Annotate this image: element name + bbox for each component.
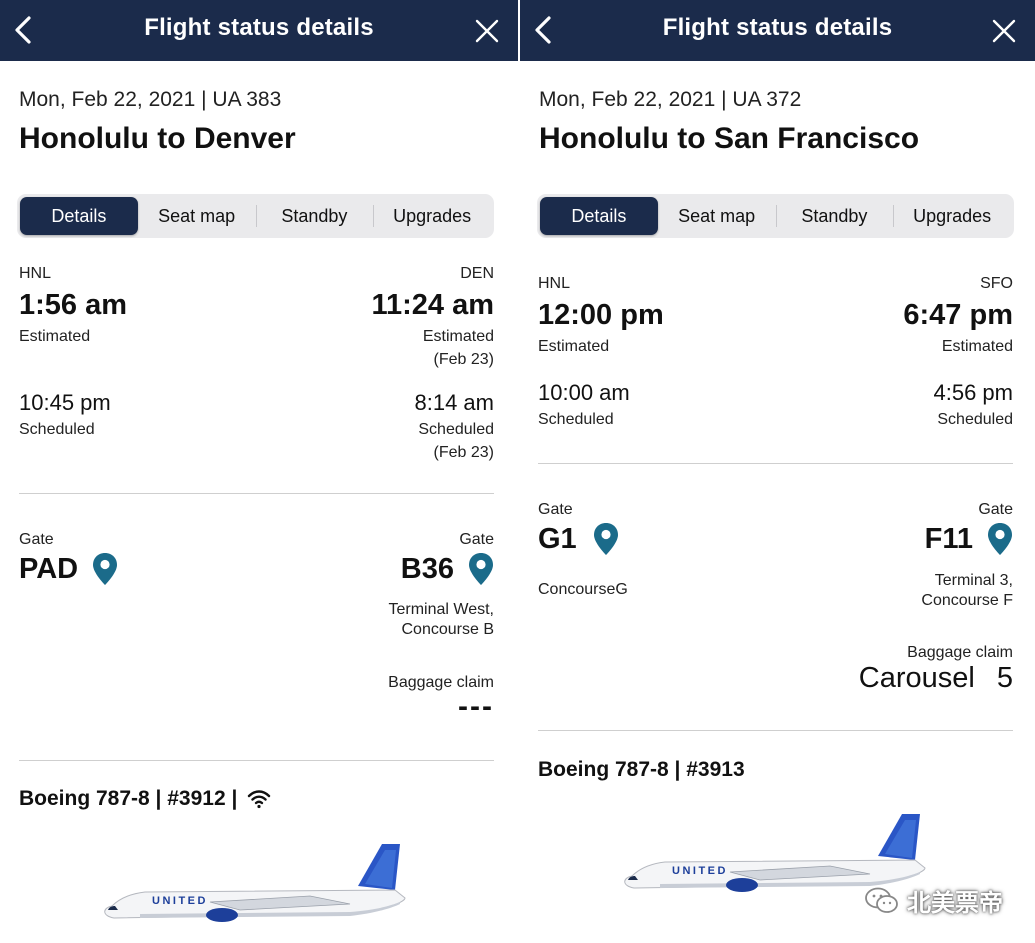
tab-details[interactable]: Details — [20, 197, 138, 235]
origin-code: HNL — [538, 275, 571, 292]
origin-estimated-label: Estimated — [538, 338, 610, 355]
origin-concourse: ConcourseG — [538, 581, 628, 598]
dest-gate: F11 — [925, 522, 1013, 556]
dest-gate-label: Gate — [459, 531, 494, 548]
origin-estimated-time: 1:56 am — [19, 289, 128, 321]
baggage-claim-label: Baggage claim — [907, 644, 1013, 661]
livery-text: UNITED — [152, 895, 208, 907]
dest-gate-value: B36 — [400, 552, 454, 585]
tab-upgrades[interactable]: Upgrades — [373, 197, 491, 235]
map-pin-icon[interactable] — [92, 552, 118, 586]
baggage-claim-value: --- — [458, 690, 494, 723]
dest-scheduled-label: Scheduled — [937, 411, 1013, 428]
origin-gate-label: Gate — [19, 531, 54, 548]
origin-gate: PAD — [19, 552, 118, 586]
dest-scheduled-label: Scheduled — [418, 421, 494, 438]
aircraft-type-number: Boeing 787-8 | #3912 | — [19, 787, 238, 810]
tab-seat-map[interactable]: Seat map — [138, 197, 256, 235]
origin-gate-label: Gate — [538, 501, 573, 518]
dest-estimated-label: Estimated — [941, 338, 1013, 355]
nav-bar: Flight status details — [520, 0, 1035, 61]
aircraft-type-number: Boeing 787-8 | #3913 — [538, 758, 745, 781]
watermark: 北美票帝 — [865, 883, 1003, 918]
origin-gate: G1 — [538, 522, 619, 556]
origin-estimated-label: Estimated — [19, 328, 91, 345]
dest-estimated-time: 6:47 pm — [903, 299, 1013, 331]
livery-text: UNITED — [672, 865, 728, 877]
wechat-icon — [865, 887, 898, 913]
origin-estimated-time: 12:00 pm — [538, 299, 664, 331]
route-title: Honolulu to Denver — [19, 122, 296, 155]
divider — [19, 493, 494, 494]
nav-title: Flight status details — [144, 14, 374, 41]
map-pin-icon[interactable] — [468, 552, 494, 586]
divider — [538, 730, 1013, 731]
dest-scheduled-date: (Feb 23) — [433, 444, 494, 461]
dest-scheduled-time: 8:14 am — [414, 390, 495, 415]
baggage-claim-value: Carousel 5 — [859, 662, 1013, 695]
dest-code: SFO — [980, 275, 1013, 292]
close-button[interactable] — [472, 16, 502, 46]
dest-terminal-line2: Concourse B — [401, 621, 495, 638]
aircraft-info: Boeing 787-8 | #3912 | — [19, 787, 271, 811]
origin-scheduled-time: 10:45 pm — [19, 390, 111, 415]
watermark-text: 北美票帝 — [907, 890, 1003, 917]
dest-gate-value: F11 — [924, 522, 973, 555]
origin-gate-value: PAD — [19, 552, 79, 585]
segmented-tabs: Details Seat map Standby Upgrades — [17, 194, 494, 238]
nav-title: Flight status details — [662, 14, 893, 41]
flight-status-panel-ua383: Flight status details Mon, Feb 22, 2021 … — [0, 0, 518, 943]
origin-scheduled-label: Scheduled — [538, 411, 614, 428]
dest-gate-label: Gate — [978, 501, 1013, 518]
tab-standby[interactable]: Standby — [255, 197, 374, 235]
dest-estimated-date: (Feb 23) — [433, 351, 494, 368]
origin-scheduled-time: 10:00 am — [538, 380, 630, 405]
origin-scheduled-label: Scheduled — [19, 421, 95, 438]
dest-estimated-time: 11:24 am — [371, 289, 494, 321]
divider — [538, 463, 1013, 464]
close-button[interactable] — [989, 16, 1019, 46]
carousel-number: 5 — [996, 662, 1013, 694]
tab-standby[interactable]: Standby — [775, 197, 894, 235]
flight-status-panel-ua372: Flight status details Mon, Feb 22, 2021 … — [520, 0, 1035, 943]
close-icon — [992, 19, 1016, 43]
segmented-tabs: Details Seat map Standby Upgrades — [537, 194, 1014, 238]
close-icon — [475, 19, 499, 43]
date-flight-number: Mon, Feb 22, 2021 | UA 372 — [539, 88, 802, 111]
united-787-plane-illustration: UNITED — [104, 844, 406, 922]
map-pin-icon[interactable] — [593, 522, 619, 556]
date-flight-number: Mon, Feb 22, 2021 | UA 383 — [19, 88, 282, 111]
dest-terminal-line2: Concourse F — [921, 592, 1013, 609]
tab-seat-map[interactable]: Seat map — [658, 197, 776, 235]
map-pin-icon[interactable] — [987, 522, 1013, 556]
tab-details[interactable]: Details — [540, 197, 658, 235]
origin-code: HNL — [19, 265, 52, 282]
carousel-word: Carousel — [858, 662, 975, 694]
dest-estimated-label: Estimated — [422, 328, 494, 345]
dest-scheduled-time: 4:56 pm — [933, 380, 1014, 405]
dest-gate: B36 — [401, 552, 494, 586]
dest-code: DEN — [460, 265, 494, 282]
divider — [19, 760, 494, 761]
route-title: Honolulu to San Francisco — [539, 122, 920, 155]
nav-bar: Flight status details — [0, 0, 518, 61]
tab-upgrades[interactable]: Upgrades — [893, 197, 1011, 235]
wifi-icon — [248, 790, 271, 809]
origin-gate-value: G1 — [538, 522, 577, 555]
